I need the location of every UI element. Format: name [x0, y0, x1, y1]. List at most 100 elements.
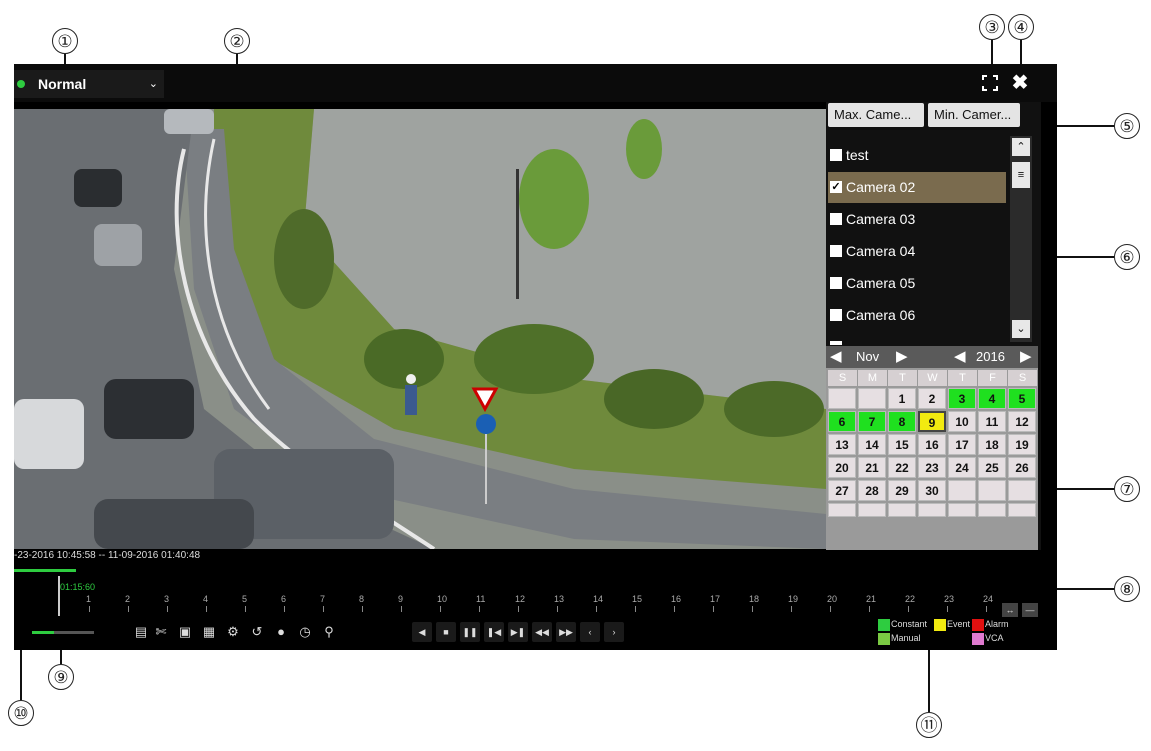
timeline-zoom-in-icon[interactable]: ↔: [1002, 603, 1018, 617]
calendar-day-empty: [858, 503, 886, 517]
calendar-day[interactable]: 25: [978, 457, 1006, 478]
calendar-day[interactable]: 10: [948, 411, 976, 432]
timeline-hour-label: 5: [242, 594, 248, 604]
calendar-day[interactable]: 24: [948, 457, 976, 478]
min-camera-button[interactable]: Min. Camer...: [928, 103, 1020, 127]
status-dot-icon: [17, 80, 25, 88]
clip-icon[interactable]: ✄: [152, 623, 170, 641]
slow-play-icon[interactable]: ◀◀: [532, 622, 552, 642]
calendar-day[interactable]: 29: [888, 480, 916, 501]
calendar-day[interactable]: 28: [858, 480, 886, 501]
camera-item-camera-02[interactable]: ✓ Camera 02: [828, 172, 1006, 203]
step-forward-icon[interactable]: ▶❚: [508, 622, 528, 642]
camera-item-camera-06[interactable]: Camera 06: [828, 300, 1006, 331]
camera-item-camera-03[interactable]: Camera 03: [828, 204, 1006, 235]
calendar-day-empty: [1008, 503, 1036, 517]
checkbox[interactable]: [830, 341, 842, 345]
playback-mode-select[interactable]: Normal ⌄: [14, 70, 164, 98]
scroll-thumb[interactable]: ≡: [1012, 162, 1030, 188]
calendar-day[interactable]: 1: [888, 388, 916, 409]
previous-day-icon[interactable]: ‹: [580, 622, 600, 642]
checkbox[interactable]: [830, 149, 842, 161]
calendar-day[interactable]: 21: [858, 457, 886, 478]
calendar-day-empty: [888, 503, 916, 517]
checkbox[interactable]: [830, 277, 842, 289]
prev-year-icon[interactable]: ◀: [954, 346, 966, 368]
calendar-day[interactable]: 17: [948, 434, 976, 455]
calendar-day[interactable]: 23: [918, 457, 946, 478]
settings-icon[interactable]: ⚙: [224, 623, 242, 641]
calendar-day[interactable]: 4: [978, 388, 1006, 409]
timeline-hour-label: 3: [164, 594, 170, 604]
recording-range: -23-2016 10:45:58 -- 11-09-2016 01:40:48: [14, 550, 201, 561]
calendar-day[interactable]: 2: [918, 388, 946, 409]
tag-icon[interactable]: ▣: [176, 623, 194, 641]
camera-item-camera-05[interactable]: Camera 05: [828, 268, 1006, 299]
timeline-zoom-out-icon[interactable]: —: [1022, 603, 1038, 617]
camera-item-label: Camera 03: [846, 211, 916, 227]
custom-tag-icon[interactable]: ▦: [200, 623, 218, 641]
calendar-day[interactable]: 13: [828, 434, 856, 455]
stop-icon[interactable]: ■: [436, 622, 456, 642]
close-icon[interactable]: ✖: [1009, 72, 1031, 94]
fast-play-icon[interactable]: ▶▶: [556, 622, 576, 642]
volume-slider-fill[interactable]: [32, 631, 54, 634]
calendar-day[interactable]: 11: [978, 411, 1006, 432]
timeline-hour-label: 13: [554, 594, 565, 604]
video-playback-area[interactable]: [14, 109, 826, 549]
calendar-day[interactable]: 14: [858, 434, 886, 455]
calendar-day[interactable]: 15: [888, 434, 916, 455]
checkbox[interactable]: [830, 245, 842, 257]
calendar-day[interactable]: 26: [1008, 457, 1036, 478]
camera-item-test[interactable]: test: [828, 140, 1006, 171]
calendar-day[interactable]: 19: [1008, 434, 1036, 455]
callout-10: ⑩: [8, 700, 34, 726]
scroll-down-icon[interactable]: ⌄: [1012, 320, 1030, 338]
calendar-day[interactable]: 9: [918, 411, 946, 432]
fullscreen-icon[interactable]: [979, 72, 1001, 94]
calendar-day[interactable]: 3: [948, 388, 976, 409]
next-day-icon[interactable]: ›: [604, 622, 624, 642]
calendar-day[interactable]: 20: [828, 457, 856, 478]
calendar-day[interactable]: 8: [888, 411, 916, 432]
calendar-day-empty: [828, 388, 856, 409]
weekday-label: T: [888, 370, 917, 386]
time-icon[interactable]: ◷: [296, 623, 314, 641]
camera-item-camera-04[interactable]: Camera 04: [828, 236, 1006, 267]
pause-icon[interactable]: ❚❚: [460, 622, 480, 642]
next-month-icon[interactable]: ▶: [896, 346, 908, 368]
timeline-hour-label: 4: [203, 594, 209, 604]
timeline-hour-tick: [245, 606, 246, 612]
calendar-day[interactable]: 27: [828, 480, 856, 501]
calendar-day[interactable]: 12: [1008, 411, 1036, 432]
calendar-day[interactable]: 22: [888, 457, 916, 478]
prev-month-icon[interactable]: ◀: [830, 346, 842, 368]
timeline-hour-label: 21: [866, 594, 877, 604]
calendar-day[interactable]: 7: [858, 411, 886, 432]
calendar-year: 2016: [976, 349, 1005, 364]
timeline-hour-tick: [401, 606, 402, 612]
scroll-up-icon[interactable]: ⌃: [1012, 138, 1030, 156]
weekday-label: S: [1008, 370, 1037, 386]
checkbox-checked[interactable]: ✓: [830, 181, 842, 193]
calendar-day[interactable]: 18: [978, 434, 1006, 455]
calendar-day[interactable]: 30: [918, 480, 946, 501]
calendar-day[interactable]: 6: [828, 411, 856, 432]
step-back-icon[interactable]: ❚◀: [484, 622, 504, 642]
lock-icon[interactable]: ▤: [132, 623, 150, 641]
next-year-icon[interactable]: ▶: [1020, 346, 1032, 368]
reverse-play-icon[interactable]: ◀: [412, 622, 432, 642]
snapshot-icon[interactable]: ●: [272, 623, 290, 641]
digital-zoom-icon[interactable]: ↺: [248, 623, 266, 641]
camera-item-partial[interactable]: [828, 332, 1006, 345]
volume-slider-track[interactable]: [54, 631, 94, 634]
calendar-day[interactable]: 5: [1008, 388, 1036, 409]
max-camera-button[interactable]: Max. Came...: [828, 103, 924, 127]
timeline[interactable]: 01:15:60 1 2 3 4 5 6 7 8 9 10 11 12 13 14 15 16 17 18 19 20…: [14, 576, 1038, 617]
timeline-hour-label: 6: [281, 594, 287, 604]
checkbox[interactable]: [830, 213, 842, 225]
checkbox[interactable]: [830, 309, 842, 321]
search-icon[interactable]: ⚲: [320, 623, 338, 641]
calendar-day[interactable]: 16: [918, 434, 946, 455]
camera-list-scrollbar[interactable]: ⌃ ≡ ⌄: [1010, 136, 1032, 342]
